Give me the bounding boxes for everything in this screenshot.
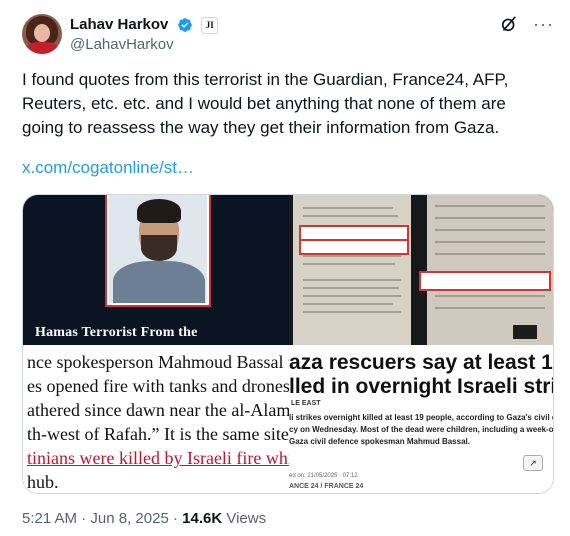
article-meta: ed on: 21/05/2025 · 07:12 [289, 473, 358, 479]
media-image-news-headline[interactable]: aza rescuers say at least 19 lled in ove… [289, 345, 553, 493]
article-line: hub. [27, 472, 59, 492]
tweet-time[interactable]: 5:21 AM [22, 510, 77, 527]
author-block: Lahav Harkov JI @LahavHarkov [70, 16, 219, 55]
tweet-date[interactable]: Jun 8, 2025 [90, 510, 168, 527]
article-source: ANCE 24 / FRANCE 24 [289, 483, 364, 490]
document-scan-left [293, 195, 411, 345]
views-count[interactable]: 14.6K [182, 510, 222, 527]
grok-icon[interactable] [499, 14, 519, 34]
share-icon: ↗ [523, 455, 543, 471]
header-actions: ··· [499, 14, 554, 38]
tweet-text: I found quotes from this terrorist in th… [22, 70, 514, 137]
portrait-photo [105, 195, 211, 307]
tweet-footer: 5:21 AM · Jun 8, 2025 · 14.6K Views [22, 509, 266, 529]
article-line: athered since dawn near the al-Alam [27, 400, 289, 420]
media-image-mugshot[interactable]: Hamas Terrorist From the [23, 195, 289, 345]
affiliation-badge[interactable]: JI [201, 16, 219, 34]
separator: · [172, 510, 178, 527]
document-scan-right [419, 195, 553, 345]
tweet-header: Lahav Harkov JI @LahavHarkov ··· [22, 14, 554, 58]
more-icon[interactable]: ··· [533, 14, 554, 34]
article-line: th-west of Rafah.” It is the same site [27, 424, 289, 444]
section-tag: LE EAST [291, 400, 321, 407]
body-line: cy on Wednesday. Most of the dead were c… [289, 425, 553, 434]
media-image-article-excerpt[interactable]: nce spokesperson Mahmoud Bassal t es ope… [23, 345, 289, 493]
tweet-link[interactable]: x.com/cogatonline/st… [22, 156, 194, 180]
body-line: li strikes overnight killed at least 19 … [289, 413, 553, 422]
article-line: nce spokesperson Mahmoud Bassal t [27, 352, 289, 372]
image-caption: Hamas Terrorist From the [35, 325, 198, 340]
media-image-documents[interactable] [289, 195, 553, 345]
separator: · [81, 510, 87, 527]
article-line: es opened fire with tanks and drones [27, 376, 289, 396]
headline-line: lled in overnight Israeli strike [289, 375, 553, 398]
avatar[interactable] [22, 14, 62, 54]
views-label: Views [226, 510, 267, 527]
display-name[interactable]: Lahav Harkov [70, 16, 168, 34]
media-grid[interactable]: Hamas Terrorist From the nce spokesperso… [22, 194, 554, 494]
channel-logo [513, 325, 537, 339]
article-line-highlight: tinians were killed by Israeli fire whil [27, 448, 289, 468]
verified-badge-icon [178, 18, 192, 32]
author-handle[interactable]: @LahavHarkov [70, 35, 218, 55]
body-line: Gaza civil defence spokesman Mahmud Bass… [289, 437, 470, 446]
headline-line: aza rescuers say at least 19 [289, 351, 553, 374]
